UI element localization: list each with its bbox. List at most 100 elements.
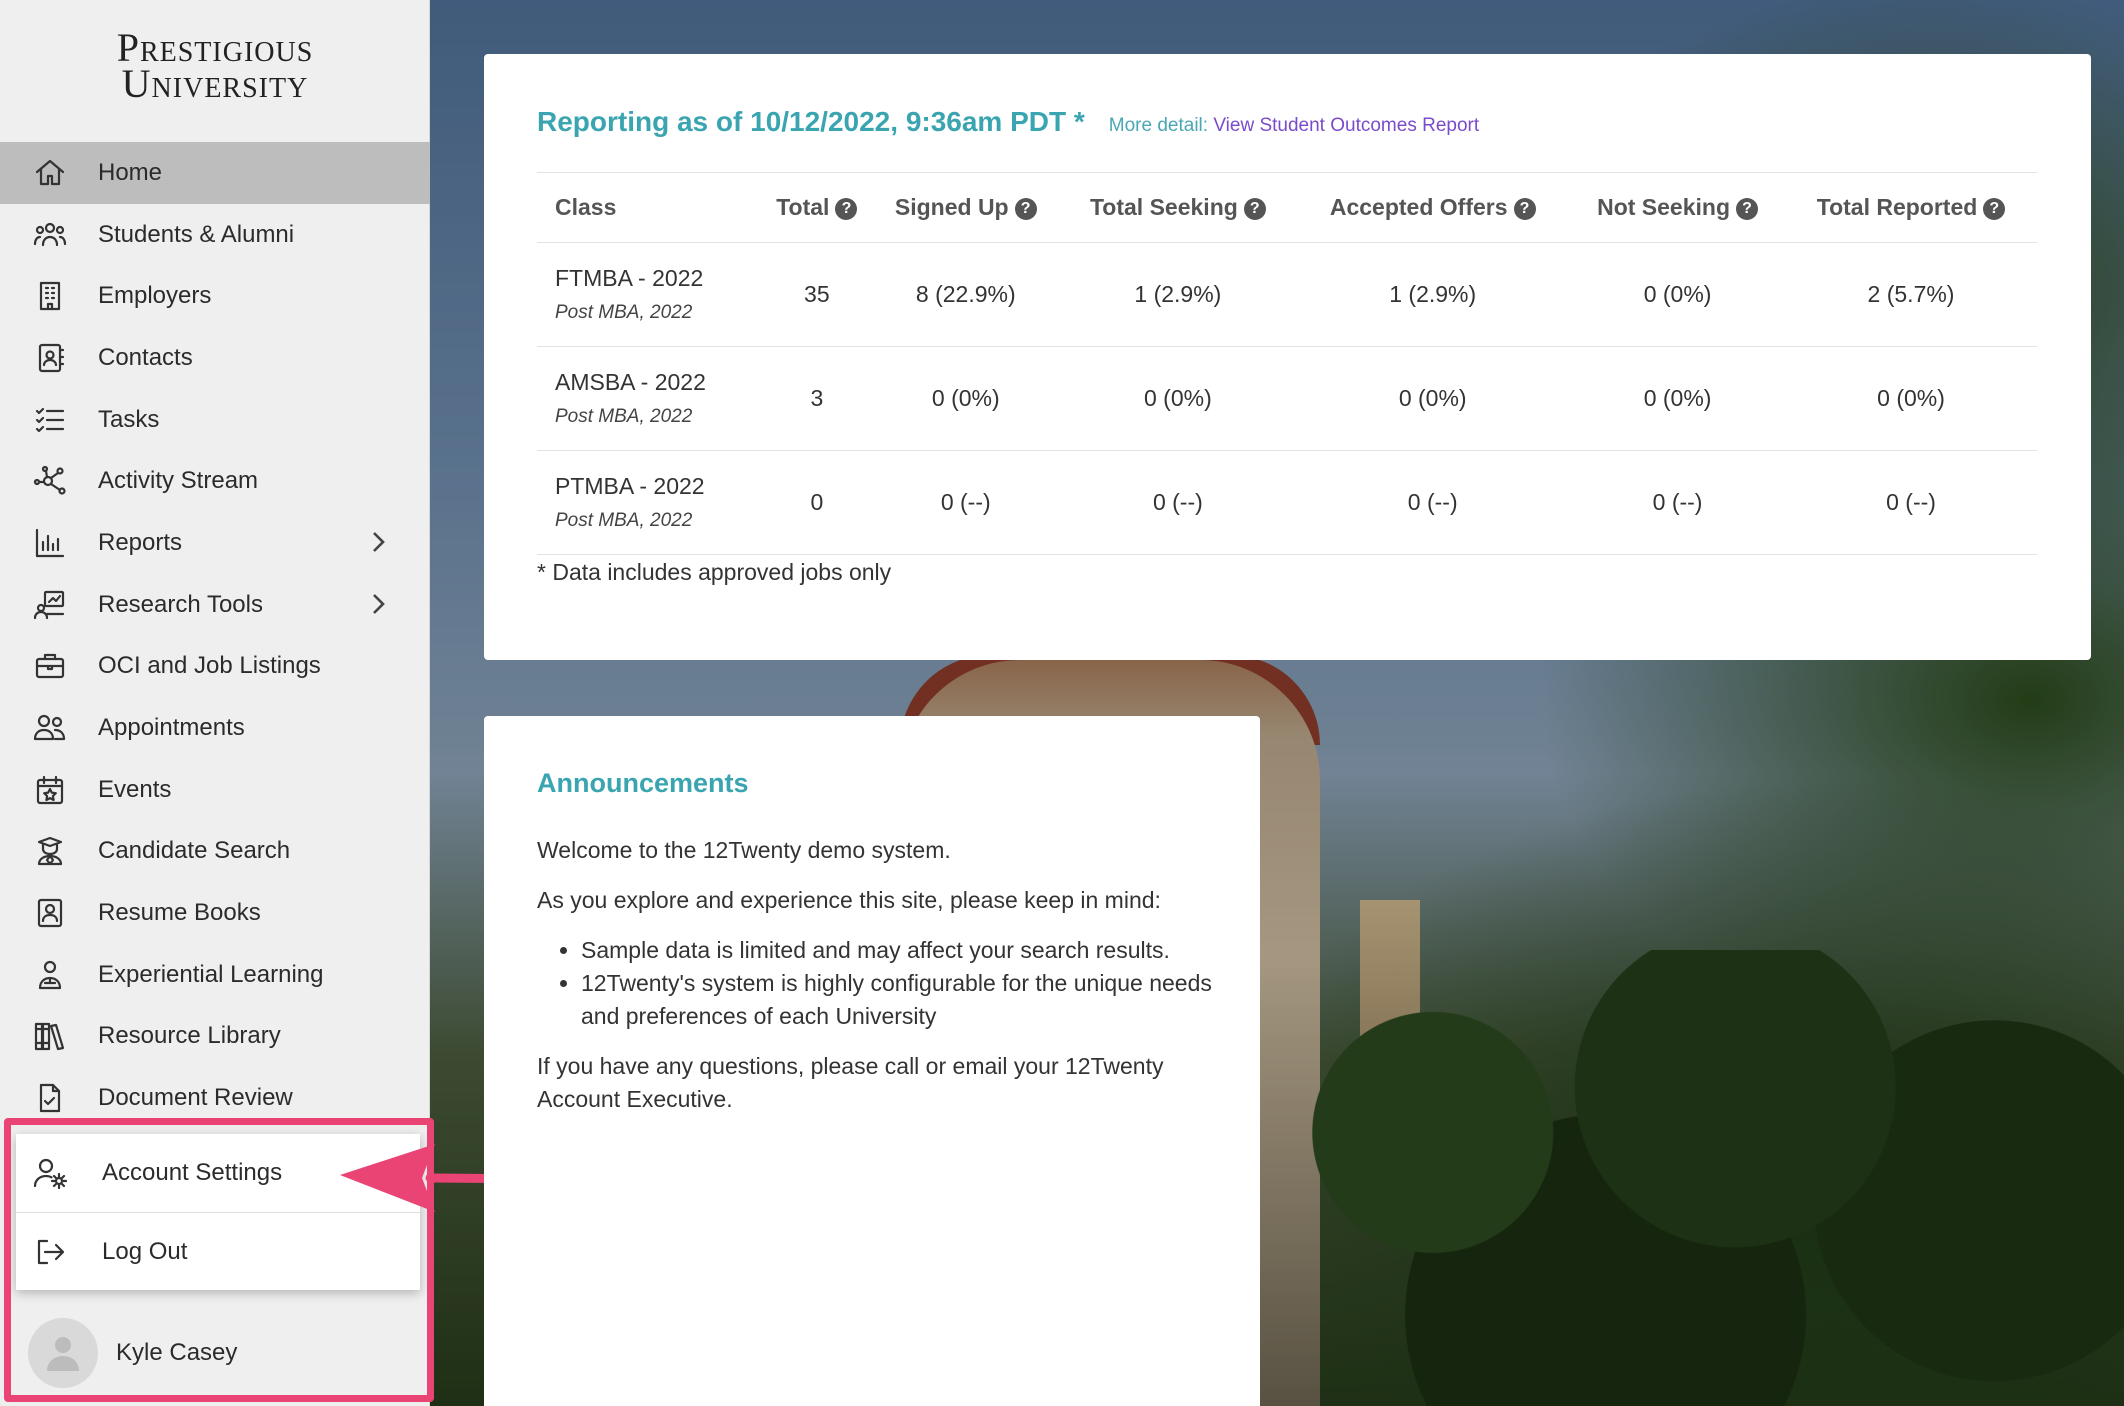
briefcase-icon [30,646,70,686]
outcomes-report-card: Reporting as of 10/12/2022, 9:36am PDT *… [484,54,2091,660]
table-cell: 0 (0%) [1570,346,1786,451]
announcement-bullets: Sample data is limited and may affect yo… [581,934,1227,1033]
calendar-star-icon [30,770,70,810]
sidebar-item-resume-books[interactable]: Resume Books [0,882,430,944]
sidebar-item-label: Reports [98,528,183,556]
sidebar-item-label: Resource Library [98,1022,281,1050]
class-cell: PTMBA - 2022 Post MBA, 2022 [537,450,763,555]
table-cell: 0 (0%) [1295,346,1571,451]
class-cell: FTMBA - 2022 Post MBA, 2022 [537,242,763,347]
sidebar-item-label: Students & Alumni [98,220,295,248]
user-profile-button[interactable]: Kyle Casey [28,1318,237,1388]
sidebar-item-activity-stream[interactable]: Activity Stream [0,450,430,512]
bar-chart-icon [30,523,70,563]
sidebar-item-label: Research Tools [98,590,263,618]
sidebar-item-label: Candidate Search [98,837,291,865]
column-header-label: Not Seeking [1597,194,1731,220]
column-header: Accepted Offers? [1295,172,1571,243]
table-cell: 2 (5.7%) [1785,242,2037,347]
table-row: PTMBA - 2022 Post MBA, 2022 0 0 (--) 0 (--) 0… [537,450,2037,555]
announcements-body: Welcome to the 12Twenty demo system. As … [537,834,1227,1133]
profile-book-icon [30,893,70,933]
table-cell: 0 (--) [871,450,1061,555]
log-out-icon [30,1232,70,1272]
user-silhouette-icon [47,1337,79,1371]
sidebar-item-candidate-search[interactable]: Candidate Search [0,821,430,883]
announcement-lead: As you explore and experience this site,… [537,887,1161,913]
sidebar-item-home[interactable]: Home [0,142,430,204]
sidebar-item-experiential-learning[interactable]: Experiential Learning [0,944,430,1006]
report-header: Reporting as of 10/12/2022, 9:36am PDT *… [537,106,1479,138]
network-icon [30,461,70,501]
table-header-row: Class Total? Signed Up? Total Seeking? Accep… [537,172,2037,243]
account-settings-label: Account Settings [102,1159,283,1186]
help-icon[interactable]: ? [1243,198,1266,220]
column-header: Not Seeking? [1570,172,1786,243]
column-header: Total Seeking? [1060,172,1296,243]
university-logo[interactable]: Prestigious University [0,28,430,106]
column-header-label: Accepted Offers [1329,194,1508,220]
sidebar-item-tasks[interactable]: Tasks [0,389,430,451]
help-icon[interactable]: ? [1736,198,1759,220]
table-cell: 35 [762,242,872,347]
sidebar-item-appointments[interactable]: Appointments [0,697,430,759]
sidebar-item-contacts[interactable]: Contacts [0,327,430,389]
column-header-label: Class [555,194,617,220]
view-student-outcomes-report-link[interactable]: View Student Outcomes Report [1213,115,1479,136]
checklist-icon [30,400,70,440]
avatar [28,1318,98,1388]
announcement-closing: If you have any questions, please call o… [537,1053,1164,1112]
table-row: FTMBA - 2022 Post MBA, 2022 35 8 (22.9%) 1 (… [537,242,2037,347]
sidebar-item-label: Activity Stream [98,467,259,495]
report-title: Reporting as of 10/12/2022, 9:36am PDT * [537,106,1085,137]
table-cell: 0 (0%) [1060,346,1296,451]
announcements-card: Announcements Welcome to the 12Twenty de… [484,716,1260,1406]
table-cell: 0 (--) [1785,450,2037,555]
class-subtitle: Post MBA, 2022 [555,406,693,427]
column-header-label: Total [776,194,830,220]
table-row: AMSBA - 2022 Post MBA, 2022 3 0 (0%) 0 (0%) 0… [537,346,2037,451]
column-header-label: Total Reported [1816,194,1978,220]
sidebar-item-research-tools[interactable]: Research Tools [0,574,430,636]
column-header-label: Signed Up [894,194,1009,220]
sidebar-item-employers[interactable]: Employers [0,265,430,327]
help-icon[interactable]: ? [835,198,858,220]
table-cell: 0 (0%) [871,346,1061,451]
home-icon [30,153,70,193]
sidebar-item-students-alumni[interactable]: Students & Alumni [0,204,430,266]
chevron-right-icon [366,590,390,618]
column-header: Total? [762,172,872,243]
table-cell: 1 (2.9%) [1060,242,1296,347]
column-header: Total Reported? [1785,172,2037,243]
sidebar-item-resource-library[interactable]: Resource Library [0,1006,430,1068]
more-detail: More detail: View Student Outcomes Repor… [1109,115,1479,137]
people-icon [30,708,70,748]
sidebar-item-label: Employers [98,282,212,310]
user-name: Kyle Casey [116,1339,238,1366]
help-icon[interactable]: ? [1014,198,1037,220]
sidebar-item-oci-and-job-listings[interactable]: OCI and Job Listings [0,636,430,698]
class-name: FTMBA - 2022 [555,265,704,291]
logo-line-2: University [121,61,309,106]
document-check-icon [30,1078,70,1118]
sidebar-item-label: Document Review [98,1084,293,1112]
sidebar-item-events[interactable]: Events [0,759,430,821]
sidebar-nav: Home Students & Alumni Employers Contacts Ta… [0,142,430,1129]
class-subtitle: Post MBA, 2022 [555,302,693,323]
more-detail-prefix: More detail: [1108,115,1209,136]
table-cell: 8 (22.9%) [871,242,1061,347]
log-out-label: Log Out [102,1237,188,1265]
help-icon[interactable]: ? [1513,198,1536,220]
learner-icon [30,955,70,995]
announcement-intro: Welcome to the 12Twenty demo system. [537,837,951,863]
users-icon [30,215,70,255]
sidebar-item-document-review[interactable]: Document Review [0,1067,430,1129]
table-cell: 0 (0%) [1785,346,2037,451]
column-header: Signed Up? [871,172,1061,243]
sidebar-item-label: OCI and Job Listings [98,652,321,680]
help-icon[interactable]: ? [1983,198,2006,220]
table-cell: 0 (0%) [1570,242,1786,347]
class-cell: AMSBA - 2022 Post MBA, 2022 [537,346,763,451]
library-icon [30,1016,70,1056]
sidebar-item-reports[interactable]: Reports [0,512,430,574]
